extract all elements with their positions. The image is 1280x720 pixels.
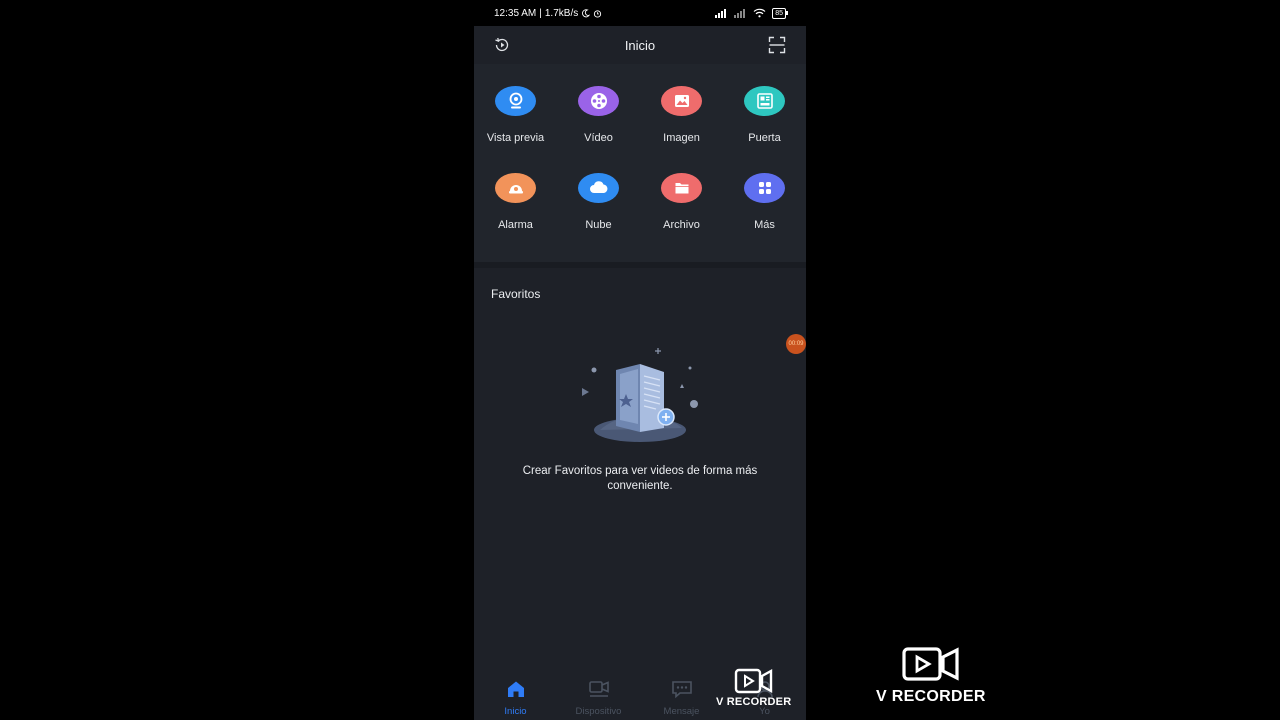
- folder-icon: [661, 173, 702, 203]
- watermark-text: V RECORDER: [716, 696, 792, 708]
- video-recorder-icon: [902, 647, 959, 681]
- home-icon: [505, 678, 527, 700]
- phone-screen: 12:35 AM | 1.7kB/s 85 Inicio Vista previ…: [474, 0, 806, 720]
- watermark-text: V RECORDER: [876, 688, 986, 705]
- tile-puerta[interactable]: Puerta: [723, 64, 806, 144]
- moon-icon: [582, 8, 591, 17]
- tab-label: Inicio: [504, 706, 527, 717]
- status-bar: 12:35 AM | 1.7kB/s 85: [474, 0, 806, 26]
- status-separator: |: [539, 7, 542, 19]
- page-title: Inicio: [624, 37, 656, 53]
- tile-label: Vista previa: [486, 132, 545, 144]
- grid-dots-icon: [744, 173, 785, 203]
- tile-archivo[interactable]: Archivo: [640, 151, 723, 231]
- tab-dispositivo[interactable]: Dispositivo: [557, 666, 640, 720]
- cloud-icon: [578, 173, 619, 203]
- tile-label: Vídeo: [584, 132, 613, 144]
- signal-2-icon: [734, 8, 746, 18]
- battery-level: 85: [772, 7, 788, 19]
- tile-vista-previa[interactable]: Vista previa: [474, 64, 557, 144]
- image-icon: [661, 86, 702, 116]
- empty-favorites-illustration: [578, 344, 702, 453]
- alarm-icon: [495, 173, 536, 203]
- tab-mensaje[interactable]: Mensaje: [640, 666, 723, 720]
- tab-label: Dispositivo: [575, 706, 622, 717]
- recorder-watermark-large: V RECORDER: [876, 646, 986, 706]
- status-time: 12:35 AM: [494, 7, 537, 19]
- tile-mas[interactable]: Más: [723, 151, 806, 231]
- section-divider: [474, 262, 806, 268]
- tile-label: Imagen: [663, 132, 700, 144]
- scan-frame-icon: [768, 36, 786, 54]
- empty-favorites-message: Crear Favoritos para ver videos de forma…: [522, 465, 758, 492]
- app-header: Inicio: [474, 26, 806, 64]
- tab-label: Mensaje: [663, 706, 700, 717]
- tile-video[interactable]: Vídeo: [557, 64, 640, 144]
- film-reel-icon: [578, 86, 619, 116]
- tile-imagen[interactable]: Imagen: [640, 64, 723, 144]
- feature-grid: Vista previa Vídeo Imagen Puerta Alarma: [474, 64, 806, 262]
- tile-label: Nube: [585, 219, 612, 231]
- tile-alarma[interactable]: Alarma: [474, 151, 557, 231]
- status-speed: 1.7kB/s: [544, 7, 579, 19]
- message-icon: [671, 678, 693, 700]
- signal-icon: [715, 8, 727, 18]
- wifi-icon: [753, 8, 766, 18]
- device-icon: [588, 678, 610, 700]
- tile-label: Archivo: [663, 219, 700, 231]
- alarm-clock-icon: [594, 9, 602, 18]
- tile-label: Puerta: [748, 132, 781, 144]
- tile-nube[interactable]: Nube: [557, 151, 640, 231]
- tile-label: Alarma: [498, 219, 533, 231]
- favorites-title: Favoritos: [491, 287, 541, 301]
- video-recorder-icon: [734, 668, 772, 694]
- camera-icon: [495, 86, 536, 116]
- door-panel-icon: [744, 86, 785, 116]
- tab-inicio[interactable]: Inicio: [474, 666, 557, 720]
- tile-label: Más: [754, 219, 775, 231]
- history-button[interactable]: [492, 35, 512, 55]
- recording-badge[interactable]: 00:09: [786, 334, 806, 354]
- play-history-icon: [495, 37, 509, 52]
- scan-button[interactable]: [767, 35, 787, 55]
- recorder-watermark-small: V RECORDER: [716, 668, 791, 708]
